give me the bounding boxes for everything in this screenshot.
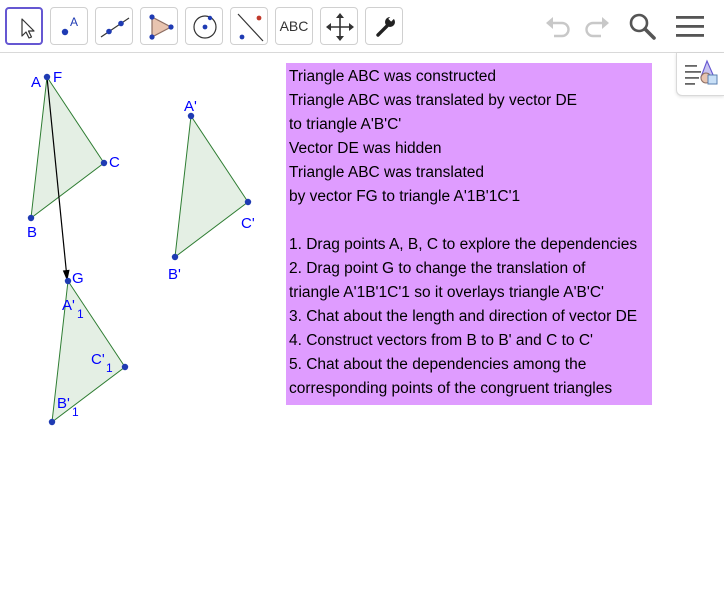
point-a[interactable] <box>43 73 51 81</box>
text-line: corresponding points of the congruent tr… <box>289 380 613 397</box>
circle-tool-button[interactable] <box>185 7 223 45</box>
text-line-blank <box>289 209 652 233</box>
line-icon <box>100 17 130 38</box>
label-c-prime: C' <box>241 215 255 232</box>
label-b-prime: B' <box>168 266 181 283</box>
redo-button[interactable] <box>578 8 614 44</box>
label-c: C <box>109 154 120 171</box>
text-line: by vector FG to triangle A'1B'1C'1 <box>289 188 521 205</box>
label-b-prime-1-subscript: 1 <box>72 405 79 419</box>
point-b[interactable] <box>27 214 35 222</box>
text-line: 5. Chat about the dependencies among the <box>289 356 587 373</box>
point-c[interactable] <box>100 159 108 167</box>
instructions-text-box[interactable]: Triangle ABC was constructed Triangle AB… <box>286 63 652 405</box>
label-c-prime-1-subscript: 1 <box>106 361 113 375</box>
move-graphics-view-tool-button[interactable] <box>320 7 358 45</box>
point-b-prime[interactable] <box>171 253 179 261</box>
wrench-icon <box>376 15 395 37</box>
polygon-icon <box>149 14 174 40</box>
point-c-prime[interactable] <box>244 198 252 206</box>
undo-button[interactable] <box>541 8 577 44</box>
triangle-abc[interactable] <box>30 75 105 220</box>
search-button[interactable] <box>624 8 660 44</box>
point-icon: A <box>61 15 78 36</box>
main-menu-button[interactable] <box>672 8 708 44</box>
label-f: F <box>53 69 62 86</box>
perpendicular-line-icon <box>237 13 264 42</box>
move-arrows-icon <box>326 13 354 41</box>
point-g[interactable] <box>64 277 72 285</box>
tools-tool-button[interactable] <box>365 7 403 45</box>
point-c-prime-1[interactable] <box>121 363 129 371</box>
perpendicular-line-tool-button[interactable] <box>230 7 268 45</box>
label-a-prime-1-subscript: 1 <box>77 307 84 321</box>
text-line: 4. Construct vectors from B to B' and C … <box>289 332 593 349</box>
undo-icon <box>546 17 570 38</box>
line-tool-button[interactable] <box>95 7 133 45</box>
polygon-tool-button[interactable] <box>140 7 178 45</box>
text-line: triangle A'1B'1C'1 so it overlays triang… <box>289 284 604 301</box>
point-b-prime-1[interactable] <box>48 418 56 426</box>
circle-icon <box>193 15 217 39</box>
triangle-a-prime-b-prime-c-prime[interactable] <box>174 114 249 259</box>
toolbar: A ABC <box>0 0 724 53</box>
hamburger-menu-icon <box>676 16 704 37</box>
text-tool-button[interactable]: ABC <box>275 7 313 45</box>
text-line: Vector DE was hidden <box>289 140 442 157</box>
point-tool-button[interactable]: A <box>50 7 88 45</box>
move-tool-button[interactable] <box>5 7 43 45</box>
label-a-prime: A' <box>184 98 197 115</box>
text-line: to triangle A'B'C' <box>289 116 402 133</box>
text-line: Triangle ABC was translated by vector DE <box>289 92 578 109</box>
search-icon <box>629 13 656 40</box>
text-tool-label: ABC <box>279 18 309 34</box>
text-line: Triangle ABC was constructed <box>289 68 497 85</box>
label-a: A <box>31 74 41 91</box>
arrow-cursor-icon <box>21 18 35 39</box>
label-b: B <box>27 224 37 241</box>
label-c-prime-1: C' <box>91 351 105 368</box>
text-line: Triangle ABC was translated <box>289 164 484 181</box>
label-g: G <box>72 270 84 287</box>
label-a-prime-1: A' <box>62 297 75 314</box>
text-line: 3. Chat about the length and direction o… <box>289 308 638 325</box>
text-line: 2. Drag point G to change the translatio… <box>289 260 586 277</box>
label-b-prime-1: B' <box>57 395 70 412</box>
text-line: 1. Drag points A, B, C to explore the de… <box>289 236 638 253</box>
svg-text:A: A <box>70 15 78 29</box>
redo-icon <box>585 17 609 38</box>
